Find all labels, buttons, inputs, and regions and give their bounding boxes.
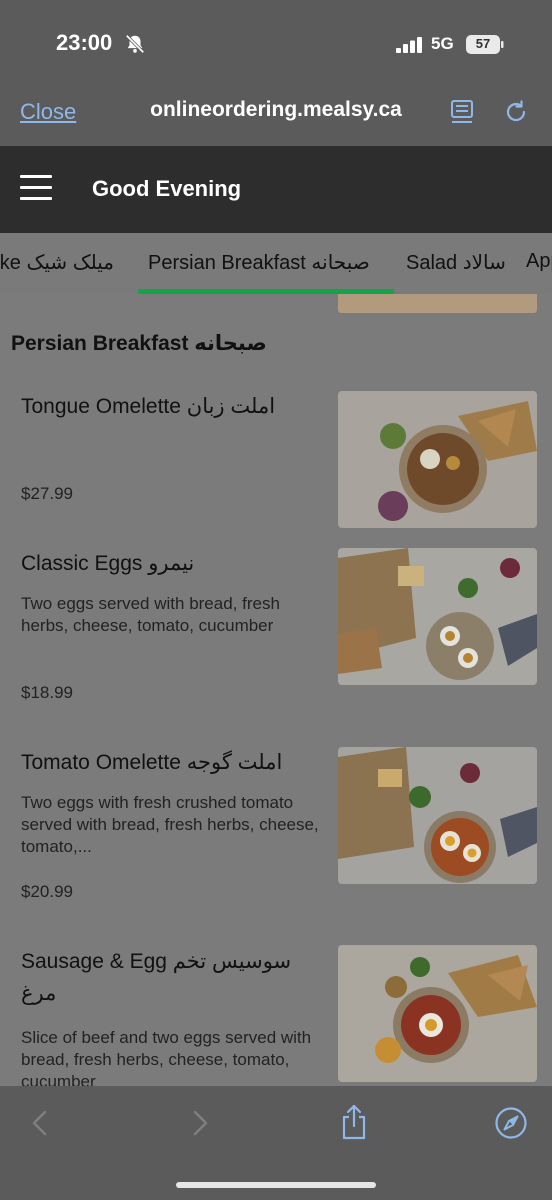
hamburger-menu-icon[interactable] — [20, 175, 52, 201]
cellular-signal-icon — [396, 37, 422, 53]
item-description: Two eggs with fresh crushed tomato serve… — [21, 793, 319, 856]
item-name: Sausage & Egg سوسیس تخم مرغ — [21, 950, 292, 1005]
status-time: 23:00 — [56, 30, 113, 55]
close-button[interactable]: Close — [20, 99, 76, 125]
item-image[interactable] — [338, 391, 537, 528]
app-header: Good Evening — [0, 146, 552, 233]
tab-salad[interactable]: Salad سالاد — [406, 250, 506, 275]
menu-item[interactable]: Sausage & Egg سوسیس تخم مرغ Slice of bee… — [0, 945, 552, 1086]
menu-item[interactable]: Tongue Omelette املت زبان $27.99 — [0, 391, 552, 531]
item-price: $20.99 — [21, 882, 73, 901]
share-icon[interactable] — [338, 1103, 370, 1141]
item-name: Tongue Omelette املت زبان — [21, 395, 276, 418]
menu-item[interactable]: Tomato Omelette املت گوجه Two eggs with … — [0, 747, 552, 907]
network-type: 5G — [431, 34, 454, 53]
section-title: Persian Breakfast صبحانه — [11, 332, 267, 355]
item-description: Slice of beef and two eggs served with b… — [21, 1028, 312, 1086]
chevron-right-icon[interactable] — [188, 1108, 212, 1138]
browser-top-chrome: 23:00 5G 57 Close onlineordering.mealsy.… — [0, 0, 552, 146]
menu-item[interactable]: Classic Eggs نیمرو Two eggs served with … — [0, 548, 552, 708]
tab-appetizers[interactable]: Appetizers — [526, 250, 552, 273]
item-price: $27.99 — [21, 484, 73, 503]
chevron-left-icon[interactable] — [28, 1108, 52, 1138]
greeting-title: Good Evening — [92, 176, 242, 201]
reader-view-icon[interactable] — [450, 99, 474, 125]
battery-level: 57 — [475, 36, 491, 51]
category-tabs: Milkshake میلک شیک Persian Breakfast صبح… — [0, 233, 552, 294]
compass-icon[interactable] — [494, 1106, 528, 1140]
previous-item-image — [338, 294, 537, 313]
browser-bottom-toolbar — [0, 1086, 552, 1200]
item-name: Tomato Omelette املت گوجه — [21, 751, 283, 774]
item-description: Two eggs served with bread, fresh herbs,… — [21, 594, 280, 635]
tab-persian-breakfast[interactable]: Persian Breakfast صبحانه — [148, 250, 370, 275]
home-indicator[interactable] — [176, 1182, 376, 1188]
item-price: $18.99 — [21, 683, 73, 702]
item-name: Classic Eggs نیمرو — [21, 552, 195, 575]
bell-slash-icon — [125, 34, 145, 54]
reload-icon[interactable] — [503, 99, 529, 125]
item-image[interactable] — [338, 747, 537, 884]
menu-content[interactable]: Persian Breakfast صبحانه Tongue Omelette… — [0, 294, 552, 1086]
url-bar[interactable]: onlineordering.mealsy.ca — [110, 98, 442, 122]
item-image[interactable] — [338, 945, 537, 1082]
item-image[interactable] — [338, 548, 537, 685]
tab-milkshake[interactable]: Milkshake میلک شیک — [0, 250, 114, 275]
